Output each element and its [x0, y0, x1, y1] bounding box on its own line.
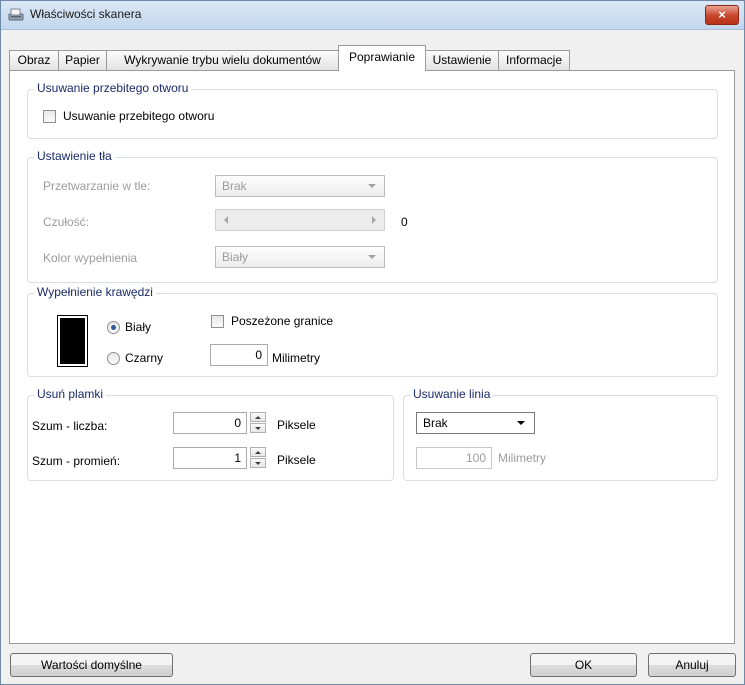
- tab-obraz[interactable]: Obraz: [9, 50, 59, 70]
- edge-white-label: Biały: [125, 320, 152, 334]
- background-group-label: Ustawienie tła: [34, 149, 115, 163]
- edge-fill-unit: Milimetry: [272, 351, 320, 365]
- line-removal-group: Usuwanie linia Brak 100 Milimetry: [403, 387, 718, 481]
- background-processing-dropdown[interactable]: Brak: [215, 175, 385, 197]
- close-button[interactable]: ×: [705, 5, 739, 25]
- cancel-button[interactable]: Anuluj: [648, 653, 736, 677]
- sensitivity-value: 0: [401, 215, 408, 229]
- edge-fill-group: Wypełnienie krawędzi Biały Czarny Poszeż…: [27, 285, 718, 377]
- hole-removal-group: Usuwanie przebitego otworu Usuwanie prze…: [27, 81, 718, 139]
- tab-informacje[interactable]: Informacje: [498, 50, 570, 70]
- restore-defaults-button[interactable]: Wartości domyślne: [10, 653, 173, 677]
- spin-up-icon[interactable]: [250, 447, 266, 457]
- noise-count-unit: Piksele: [277, 418, 316, 432]
- edge-fill-group-label: Wypełnienie krawędzi: [34, 285, 156, 299]
- fill-color-label: Kolor wypełnienia: [43, 251, 138, 265]
- tab-papier[interactable]: Papier: [58, 50, 107, 70]
- background-group: Ustawienie tła Przetwarzanie w tle: Brak…: [27, 149, 718, 283]
- edge-black-label: Czarny: [125, 351, 164, 365]
- line-removal-value: Brak: [423, 416, 448, 430]
- chevron-down-icon: [368, 184, 376, 188]
- chevron-down-icon: [517, 421, 525, 425]
- tab-poprawianie[interactable]: Poprawianie: [338, 45, 426, 71]
- fill-color-dropdown[interactable]: Biały: [215, 246, 385, 268]
- hole-removal-group-label: Usuwanie przebitego otworu: [34, 81, 192, 95]
- hole-removal-checkbox[interactable]: [43, 110, 56, 123]
- edge-color-preview: [57, 315, 88, 367]
- noise-radius-label: Szum - promień:: [32, 454, 121, 468]
- noise-radius-spinner[interactable]: [250, 447, 266, 469]
- speckle-removal-group-label: Usuń plamki: [34, 387, 107, 401]
- background-processing-value: Brak: [222, 179, 247, 193]
- sensitivity-label: Czułość:: [43, 215, 90, 229]
- line-length-unit: Milimetry: [498, 451, 546, 465]
- background-processing-label: Przetwarzanie w tle:: [43, 179, 151, 193]
- noise-radius-unit: Piksele: [277, 453, 316, 467]
- fill-color-value: Biały: [222, 250, 249, 264]
- edge-fill-field[interactable]: 0: [210, 344, 268, 366]
- tab-ustawienie[interactable]: Ustawienie: [425, 50, 499, 70]
- line-length-field[interactable]: 100: [416, 447, 492, 469]
- spin-down-icon[interactable]: [250, 458, 266, 468]
- spin-up-icon[interactable]: [250, 412, 266, 422]
- edge-black-radio[interactable]: [107, 352, 120, 365]
- spin-down-icon[interactable]: [250, 423, 266, 433]
- hole-removal-checkbox-label: Usuwanie przebitego otworu: [63, 109, 215, 123]
- title-bar: Właściwości skanera ×: [1, 1, 744, 30]
- extended-borders-label: Poszeżone granice: [231, 314, 334, 328]
- noise-count-label: Szum - liczba:: [32, 419, 108, 433]
- scanner-icon: [8, 8, 24, 21]
- scanner-properties-dialog: Właściwości skanera × Obraz Papier Wykry…: [0, 0, 745, 685]
- speckle-removal-group: Usuń plamki Szum - liczba: 0 Piksele Szu…: [27, 387, 394, 481]
- noise-radius-field[interactable]: 1: [173, 447, 247, 469]
- tab-panel: Usuwanie przebitego otworu Usuwanie prze…: [9, 70, 735, 644]
- window-title: Właściwości skanera: [30, 7, 142, 21]
- edge-white-radio[interactable]: [107, 321, 120, 334]
- sensitivity-slider[interactable]: [215, 209, 385, 231]
- noise-count-spinner[interactable]: [250, 412, 266, 434]
- extended-borders-checkbox[interactable]: [211, 315, 224, 328]
- line-removal-dropdown[interactable]: Brak: [416, 412, 535, 434]
- line-removal-group-label: Usuwanie linia: [410, 387, 494, 401]
- noise-count-field[interactable]: 0: [173, 412, 247, 434]
- chevron-down-icon: [368, 255, 376, 259]
- ok-button[interactable]: OK: [530, 653, 637, 677]
- tab-wykrywanie[interactable]: Wykrywanie trybu wielu dokumentów: [106, 50, 339, 70]
